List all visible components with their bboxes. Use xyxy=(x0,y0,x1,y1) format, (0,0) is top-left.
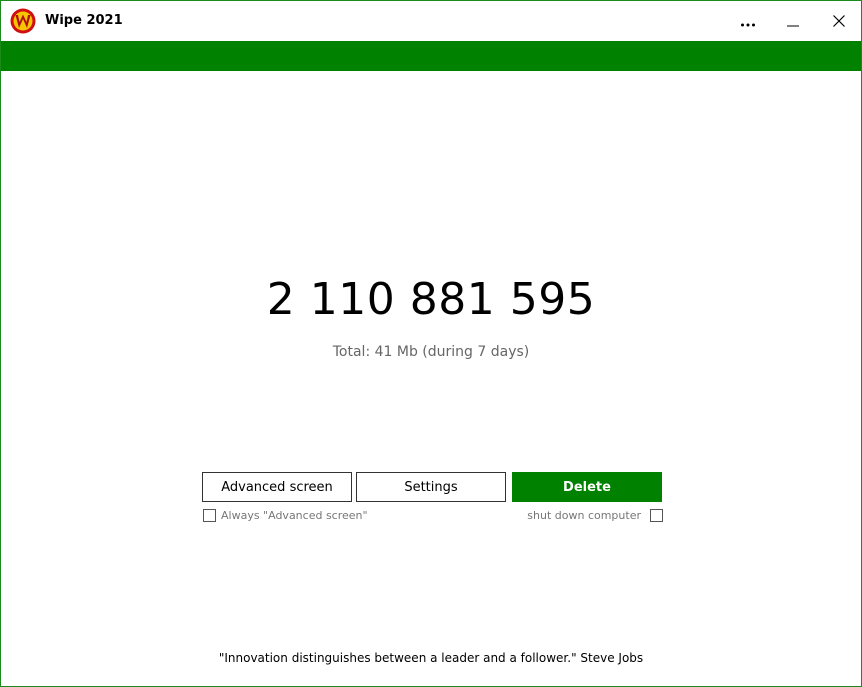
advanced-screen-button[interactable]: Advanced screen xyxy=(202,472,352,502)
shutdown-checkbox[interactable] xyxy=(650,509,663,522)
close-icon xyxy=(833,12,845,31)
close-button[interactable] xyxy=(816,1,862,41)
title-bar: Wipe 2021 xyxy=(1,1,861,41)
more-icon xyxy=(740,12,756,31)
always-advanced-checkbox[interactable] xyxy=(203,509,216,522)
minimize-button[interactable] xyxy=(770,1,816,41)
settings-button[interactable]: Settings xyxy=(356,472,506,502)
shutdown-label[interactable]: shut down computer xyxy=(431,509,641,522)
wipe-logo-icon xyxy=(10,8,36,34)
footer-quote: "Innovation distinguishes between a lead… xyxy=(218,651,644,665)
delete-button[interactable]: Delete xyxy=(512,472,662,502)
minimize-icon xyxy=(787,12,799,31)
header-band xyxy=(1,41,861,71)
always-advanced-label[interactable]: Always "Advanced screen" xyxy=(221,509,368,522)
more-options-button[interactable] xyxy=(725,1,771,41)
total-summary: Total: 41 Mb (during 7 days) xyxy=(332,344,530,360)
window-title: Wipe 2021 xyxy=(45,13,123,28)
app-window: Wipe 2021 2 110 881 595 Total: 41 Mb (du… xyxy=(0,0,862,687)
wiped-items-counter: 2 110 881 595 xyxy=(266,274,596,325)
